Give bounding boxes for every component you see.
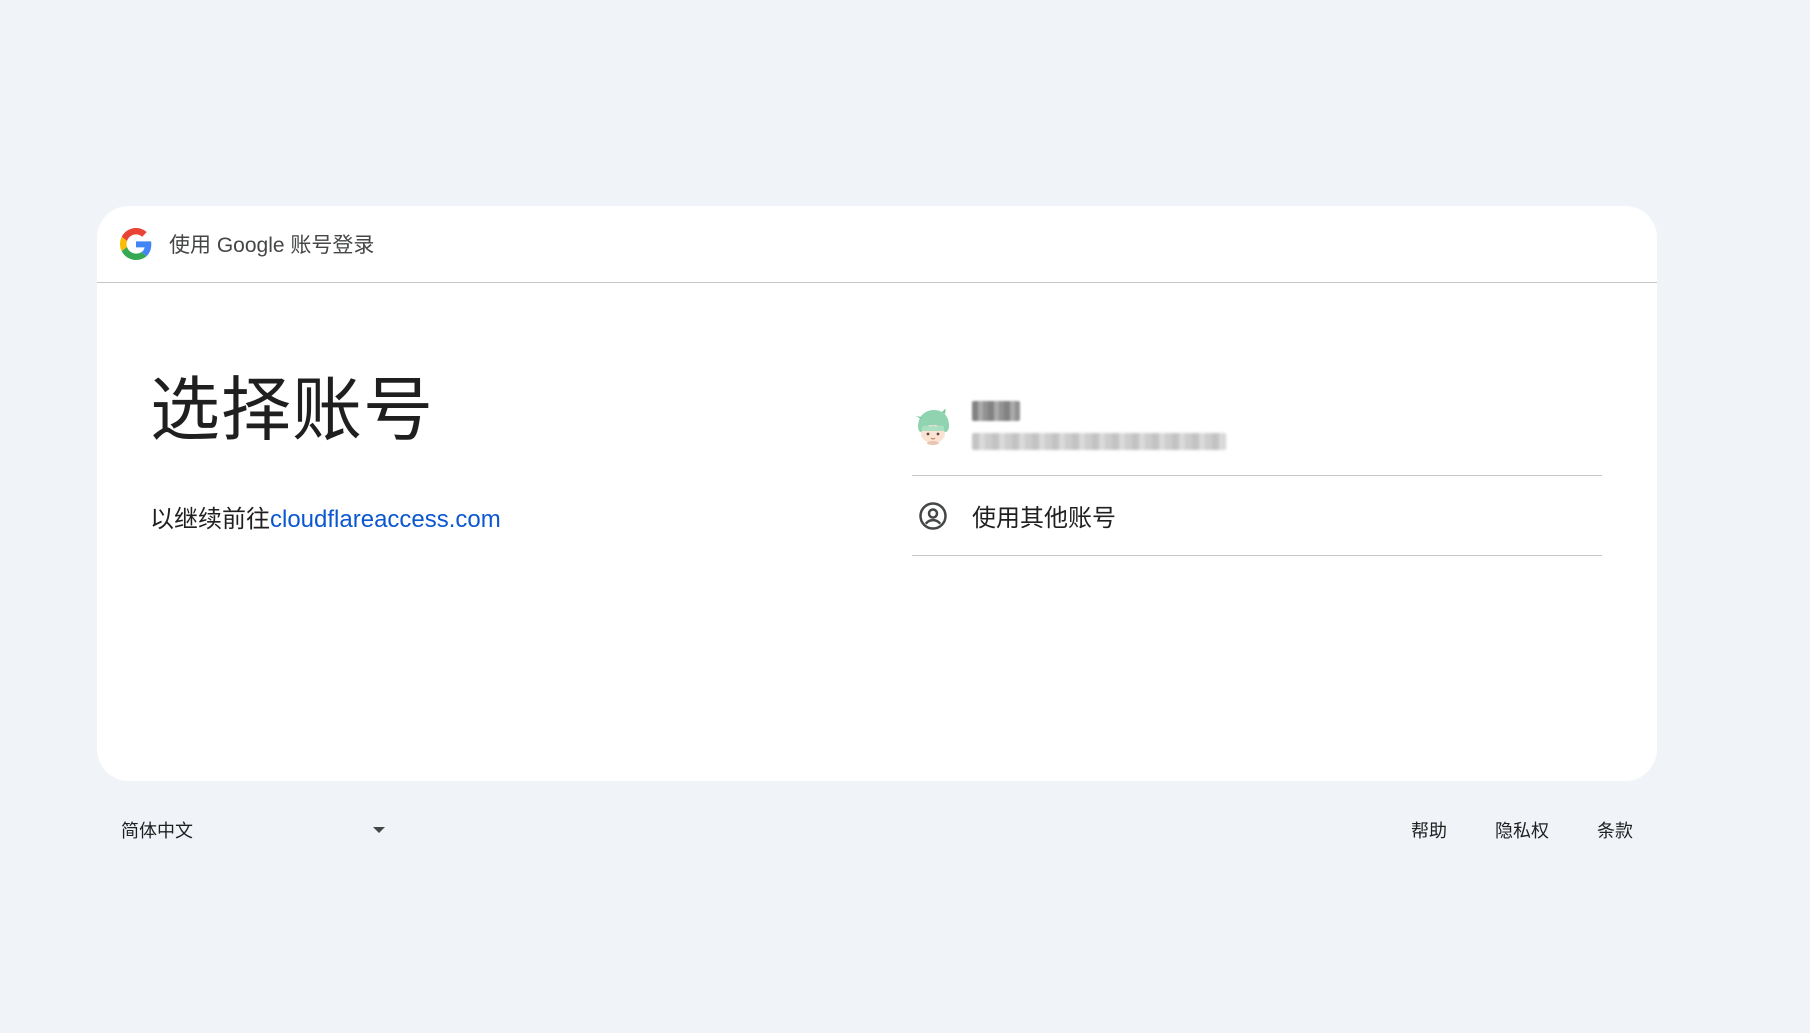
user-avatar [912, 404, 954, 447]
use-another-account-button[interactable]: 使用其他账号 [912, 476, 1602, 556]
signin-card: 使用 Google 账号登录 选择账号 以继续前往cloudflareacces… [97, 206, 1657, 781]
footer-links: 帮助 隐私权 条款 [1411, 812, 1633, 848]
account-circle-icon [919, 501, 947, 530]
language-select[interactable]: 简体中文 [121, 812, 385, 848]
help-link[interactable]: 帮助 [1411, 817, 1447, 843]
page-title: 选择账号 [150, 371, 434, 449]
account-item[interactable] [912, 376, 1602, 476]
left-column: 选择账号 以继续前往cloudflareaccess.com [150, 366, 501, 534]
account-details [972, 401, 1226, 450]
terms-link[interactable]: 条款 [1597, 817, 1633, 843]
subtitle-prefix: 以继续前往 [150, 506, 270, 533]
chevron-down-icon [373, 827, 385, 833]
destination-link[interactable]: cloudflareaccess.com [270, 506, 501, 533]
google-g-icon [120, 228, 152, 260]
header-title: 使用 Google 账号登录 [169, 234, 375, 257]
use-another-account-label: 使用其他账号 [972, 505, 1116, 532]
account-list: 使用其他账号 [912, 376, 1602, 556]
language-label: 简体中文 [121, 821, 193, 841]
card-header: 使用 Google 账号登录 [97, 206, 1657, 283]
footer: 简体中文 帮助 隐私权 条款 [97, 812, 1657, 848]
account-email-redacted [972, 433, 1226, 450]
account-name-redacted [972, 401, 1020, 421]
subtitle: 以继续前往cloudflareaccess.com [150, 499, 501, 534]
privacy-link[interactable]: 隐私权 [1495, 817, 1549, 843]
